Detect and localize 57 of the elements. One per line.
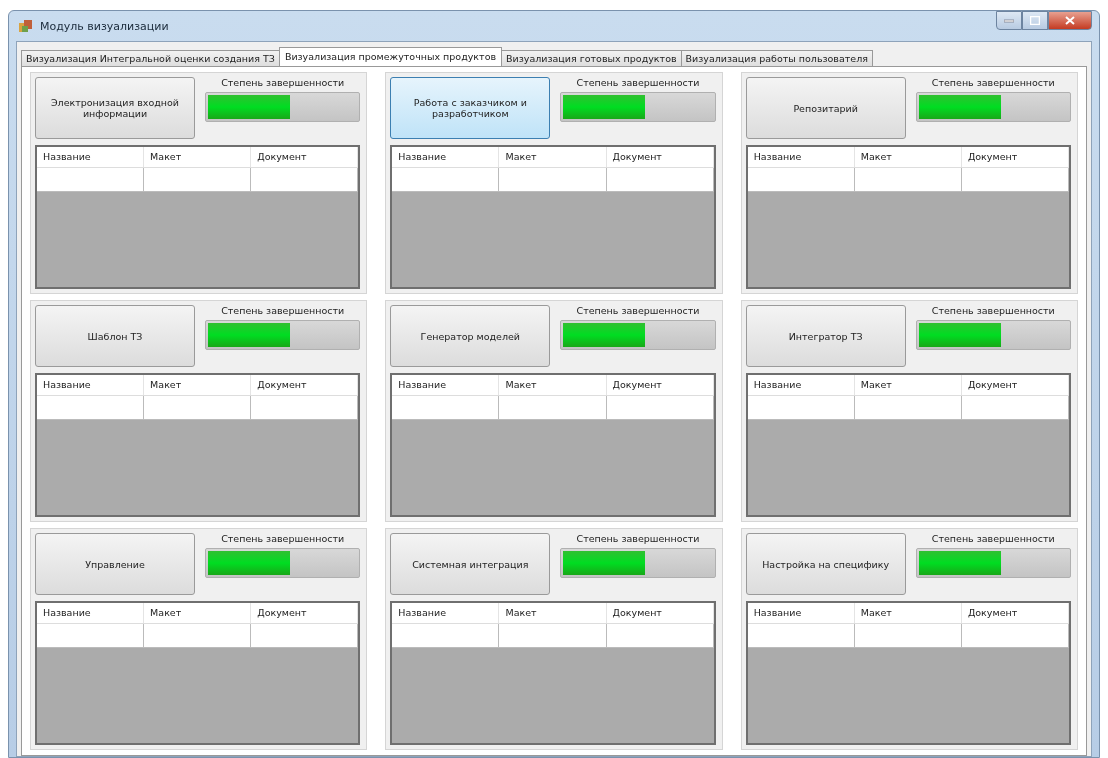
column-header[interactable]: Документ bbox=[961, 603, 1069, 623]
close-button[interactable] bbox=[1048, 11, 1092, 30]
column-header[interactable]: Документ bbox=[251, 375, 359, 395]
module-button[interactable]: Генератор моделей bbox=[390, 305, 551, 367]
column-header[interactable]: Название bbox=[747, 147, 855, 167]
column-header[interactable]: Название bbox=[37, 375, 145, 395]
column-header[interactable]: Документ bbox=[961, 375, 1069, 395]
app-icon bbox=[18, 18, 34, 34]
column-header[interactable]: Макет bbox=[144, 375, 252, 395]
window-title: Модуль визуализации bbox=[40, 19, 169, 33]
progress-label: Степень завершенности bbox=[576, 77, 700, 88]
column-header[interactable]: Документ bbox=[606, 375, 714, 395]
column-header[interactable]: Макет bbox=[144, 603, 252, 623]
module-button[interactable]: Репозитарий bbox=[745, 77, 906, 139]
column-header[interactable]: Документ bbox=[961, 147, 1069, 167]
column-header[interactable]: Название bbox=[37, 603, 145, 623]
column-header[interactable]: Название bbox=[747, 603, 855, 623]
module-button[interactable]: Настройка на специфику bbox=[745, 533, 906, 595]
column-header[interactable]: Макет bbox=[499, 375, 607, 395]
column-header[interactable]: Название bbox=[392, 603, 500, 623]
tab[interactable]: Визуализация Интегральной оценки создания ТЗ bbox=[21, 50, 280, 66]
column-header[interactable]: Название bbox=[392, 375, 500, 395]
tab[interactable]: Визуализация готовых продуктов bbox=[501, 50, 682, 66]
maximize-icon bbox=[1030, 16, 1040, 25]
module-button[interactable]: Работа с заказчиком и разработчиком bbox=[390, 77, 551, 139]
progress-label: Степень завершенности bbox=[931, 533, 1055, 544]
module-button[interactable]: Интегратор ТЗ bbox=[745, 305, 906, 367]
column-header[interactable]: Документ bbox=[251, 147, 359, 167]
column-header[interactable]: Макет bbox=[499, 147, 607, 167]
column-header[interactable]: Документ bbox=[251, 603, 359, 623]
module-button[interactable]: Электронизация входной информации bbox=[35, 77, 195, 139]
column-header[interactable]: Макет bbox=[499, 603, 607, 623]
progress-label: Степень завершенности bbox=[576, 533, 700, 544]
progress-label: Степень завершенности bbox=[221, 533, 345, 544]
progress-label: Степень завершенности bbox=[576, 305, 700, 316]
column-header[interactable]: Макет bbox=[144, 147, 252, 167]
close-icon bbox=[1065, 16, 1075, 25]
progress-label: Степень завершенности bbox=[221, 305, 345, 316]
column-header[interactable]: Название bbox=[392, 147, 500, 167]
column-header[interactable]: Макет bbox=[854, 603, 962, 623]
module-button[interactable]: Шаблон ТЗ bbox=[35, 305, 195, 367]
tab[interactable]: Визуализация работы пользователя bbox=[680, 50, 873, 66]
column-header[interactable]: Документ bbox=[606, 147, 714, 167]
minimize-icon bbox=[1004, 18, 1014, 23]
progress-label: Степень завершенности bbox=[221, 77, 345, 88]
column-header[interactable]: Документ bbox=[606, 603, 714, 623]
column-header[interactable]: Макет bbox=[854, 147, 962, 167]
minimize-button[interactable] bbox=[996, 11, 1022, 30]
maximize-button[interactable] bbox=[1022, 11, 1048, 30]
progress-label: Степень завершенности bbox=[931, 305, 1055, 316]
tab[interactable]: Визуализация промежуточных продуктов bbox=[278, 47, 503, 66]
column-header[interactable]: Макет bbox=[854, 375, 962, 395]
column-header[interactable]: Название bbox=[37, 147, 145, 167]
column-header[interactable]: Название bbox=[747, 375, 855, 395]
module-button[interactable]: Системная интеграция bbox=[390, 533, 551, 595]
module-button[interactable]: Управление bbox=[35, 533, 195, 595]
progress-label: Степень завершенности bbox=[931, 77, 1055, 88]
